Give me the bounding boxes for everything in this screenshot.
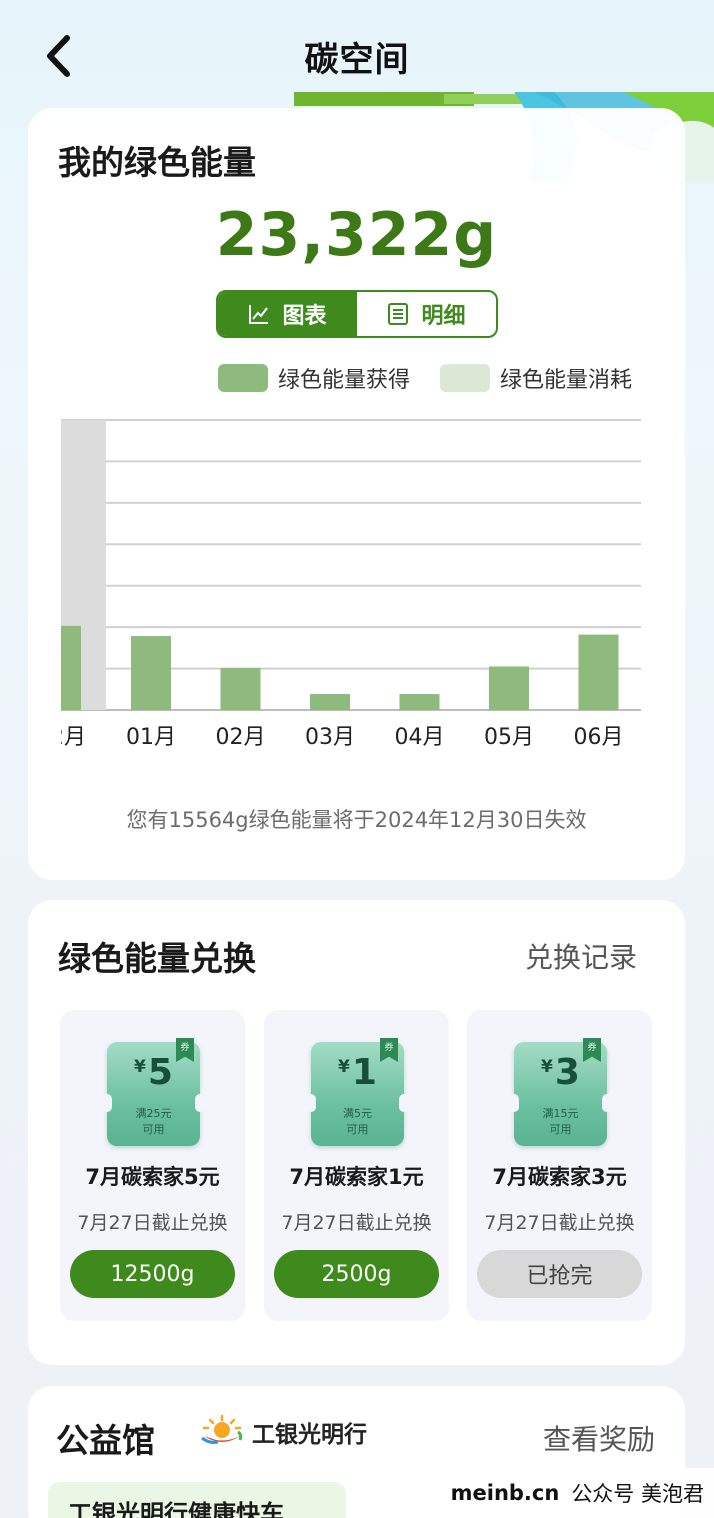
energy-section-title: 我的绿色能量 <box>58 143 256 182</box>
chart-tick-label: 05月 <box>484 725 534 750</box>
chart-tick-label: 04月 <box>395 725 445 750</box>
expire-note: 您有15564g绿色能量将于2024年12月30日失效 <box>126 808 587 832</box>
sold-out-button[interactable]: 已抢完 <box>477 1250 642 1298</box>
coupon-name: 7月碳索家1元 <box>289 1165 424 1189</box>
coupon-condition: 满25元 可用 <box>135 1107 172 1136</box>
chart-icon <box>249 305 269 324</box>
chart-tick-label: 06月 <box>574 725 624 750</box>
coupon-condition: 满15元 可用 <box>542 1107 579 1136</box>
partner-name: 工银光明行 <box>252 1422 367 1448</box>
activity-title: 工银光明行健康快车 <box>68 1500 284 1518</box>
coupon-card[interactable]: 券 ¥1 满5元 可用 7月碳索家1元 7月27日截止兑换 2500g <box>264 1010 449 1321</box>
coupon-ticket-image: 券 ¥1 满5元 可用 <box>306 1038 409 1146</box>
page-title: 碳空间 <box>304 40 410 80</box>
welfare-section-title: 公益馆 <box>56 1421 155 1460</box>
coupon-condition: 满5元 可用 <box>343 1107 372 1136</box>
view-reward-link[interactable]: 查看奖励 <box>543 1418 655 1458</box>
legend-consumed-swatch <box>440 364 490 392</box>
tab-detail-label: 明细 <box>421 304 466 329</box>
legend-consumed-label: 绿色能量消耗 <box>500 368 633 393</box>
exchange-section-title: 绿色能量兑换 <box>58 939 256 978</box>
legend-consumed: 绿色能量消耗 <box>440 362 632 394</box>
legend-earned: 绿色能量获得 <box>218 362 410 394</box>
legend-earned-swatch <box>218 364 268 392</box>
coupon-amount: ¥3 <box>541 1052 580 1093</box>
energy-bar-chart[interactable]: 12月 01月 02月 03月 04月 05月 06月 <box>28 408 685 768</box>
coupon-amount: ¥1 <box>338 1052 377 1093</box>
coupon-name: 7月碳索家3元 <box>492 1165 627 1189</box>
chart-bar-earned <box>131 636 171 710</box>
view-toggle: 图表 明细 <box>216 290 498 338</box>
coupon-deadline: 7月27日截止兑换 <box>77 1212 228 1234</box>
chart-tick-label: 02月 <box>216 725 266 750</box>
coupon-name: 7月碳索家5元 <box>85 1165 220 1189</box>
exchange-record-link[interactable]: 兑换记录 <box>525 936 637 976</box>
watermark: meinb.cn 公众号 美泡君 <box>440 1468 714 1518</box>
coupon-ticket-image: 券 ¥3 满15元 可用 <box>509 1038 612 1146</box>
redeem-button[interactable]: 12500g <box>70 1250 235 1298</box>
energy-total: 23,322g <box>215 200 498 270</box>
tab-detail[interactable]: 明细 <box>357 292 496 336</box>
activity-card[interactable]: 工银光明行健康快车 <box>48 1482 346 1518</box>
list-icon <box>388 303 409 325</box>
chart-tick-label: 12月 <box>36 725 86 750</box>
coupon-deadline: 7月27日截止兑换 <box>484 1212 635 1234</box>
tab-chart-label: 图表 <box>282 304 327 329</box>
header-bar: 碳空间 <box>0 0 714 182</box>
coupon-card[interactable]: 券 ¥5 满25元 可用 7月碳索家5元 7月27日截止兑换 12500g <box>60 1010 245 1321</box>
chart-bar-earned <box>578 634 619 710</box>
coupon-ticket-image: 券 ¥5 满25元 可用 <box>102 1038 205 1146</box>
coupon-deadline: 7月27日截止兑换 <box>281 1212 432 1234</box>
coupon-amount: ¥5 <box>134 1052 173 1093</box>
chart-bar-earned <box>489 666 529 710</box>
watermark-account: 公众号 美泡君 <box>571 1482 704 1506</box>
chart-tick-label: 03月 <box>305 725 355 750</box>
chart-tick-label: 01月 <box>126 725 176 750</box>
watermark-site: meinb.cn <box>450 1481 560 1505</box>
chart-bar-earned <box>310 694 350 710</box>
legend-earned-label: 绿色能量获得 <box>278 368 411 393</box>
coupon-card[interactable]: 券 ¥3 满15元 可用 7月碳索家3元 7月27日截止兑换 已抢完 <box>467 1010 652 1321</box>
partner-logo: 工银光明行 <box>198 1414 367 1450</box>
chart-bar-earned <box>220 667 261 710</box>
chart-bar-earned <box>399 694 440 710</box>
energy-card: 我的绿色能量 23,322g 图表 明细 绿色能量获得 绿色能量消耗 12月 01… <box>28 108 685 880</box>
exchange-card: 绿色能量兑换 兑换记录 券 ¥5 满25元 可用 7月碳索家5元 7月27日截止兑… <box>28 900 685 1365</box>
sun-logo-icon <box>201 1414 243 1444</box>
chart-bar-earned <box>61 625 81 710</box>
tab-chart[interactable]: 图表 <box>218 292 357 336</box>
redeem-button[interactable]: 2500g <box>274 1250 439 1298</box>
